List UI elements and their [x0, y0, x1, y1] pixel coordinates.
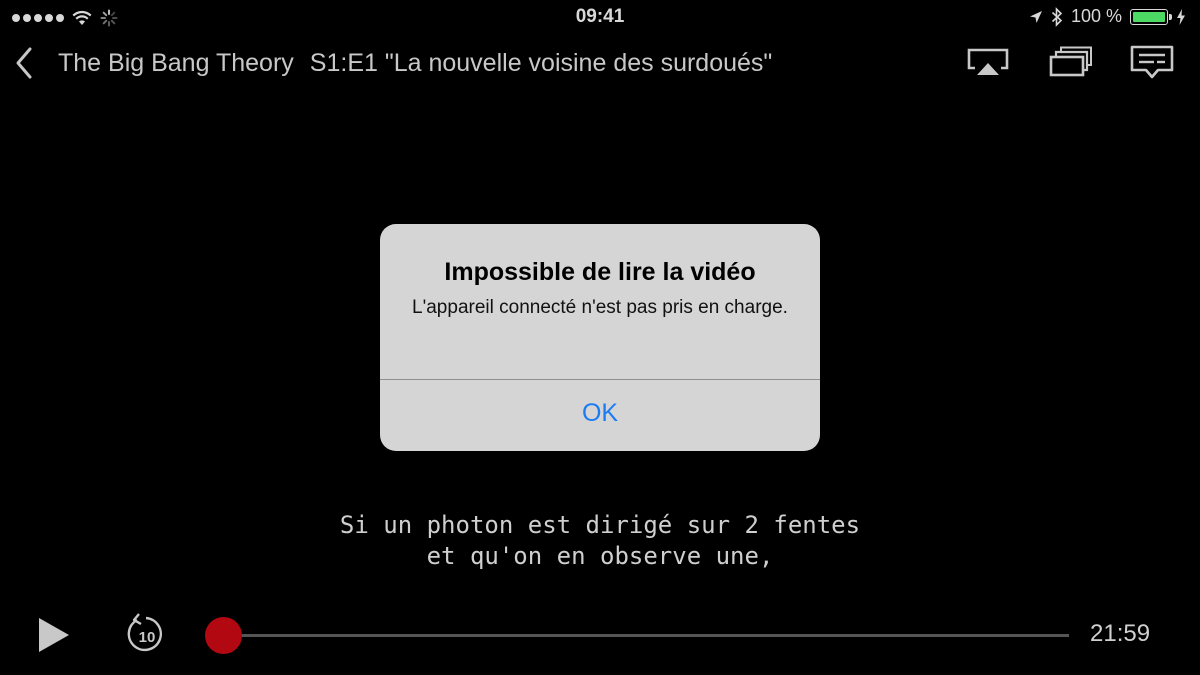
show-title: The Big Bang Theory	[58, 49, 294, 77]
episodes-button[interactable]	[1048, 44, 1092, 80]
back-chevron-icon	[16, 47, 32, 79]
alert-title: Impossible de lire la vidéo	[444, 258, 756, 286]
status-time: 09:41	[575, 6, 625, 27]
airplay-icon	[967, 48, 1009, 75]
episodes-icon	[1049, 46, 1092, 77]
charging-bolt-icon	[1177, 8, 1185, 25]
scrubber-knob[interactable]	[205, 617, 242, 654]
error-alert-dialog: Impossible de lire la vidéo L'appareil c…	[380, 224, 820, 451]
replay-seconds-label: 10	[139, 629, 156, 646]
top-toolbar	[966, 44, 1174, 80]
progress-scrubber[interactable]	[205, 617, 1069, 654]
alert-message: L'appareil connecté n'est pas pris en ch…	[412, 297, 788, 318]
video-title: The Big Bang Theory S1:E1 "La nouvelle v…	[58, 45, 772, 81]
ok-button[interactable]: OK	[380, 380, 820, 451]
status-bar: 09:41 100 %	[0, 0, 1200, 34]
subtitle-text: Si un photon est dirigé sur 2 fentes et …	[0, 510, 1200, 572]
battery-icon	[1130, 8, 1172, 25]
bluetooth-icon	[1051, 6, 1063, 27]
play-icon	[39, 618, 69, 652]
subtitle-line-2: et qu'on en observe une,	[426, 542, 774, 570]
location-arrow-icon	[1029, 10, 1042, 23]
airplay-button[interactable]	[966, 44, 1010, 80]
status-right: 100 %	[1029, 6, 1186, 27]
play-button[interactable]	[34, 614, 74, 656]
back-button[interactable]	[12, 44, 42, 84]
time-remaining: 21:59	[1090, 620, 1151, 647]
episode-title: S1:E1 "La nouvelle voisine des surdoués"	[309, 49, 773, 77]
replay-10-icon: 10	[127, 613, 162, 652]
subtitle-line-1: Si un photon est dirigé sur 2 fentes	[339, 511, 861, 539]
subtitles-icon	[1130, 45, 1174, 79]
subtitles-button[interactable]	[1130, 44, 1174, 80]
battery-percentage: 100 %	[1070, 6, 1122, 26]
replay-10-button[interactable]: 10	[124, 612, 168, 656]
